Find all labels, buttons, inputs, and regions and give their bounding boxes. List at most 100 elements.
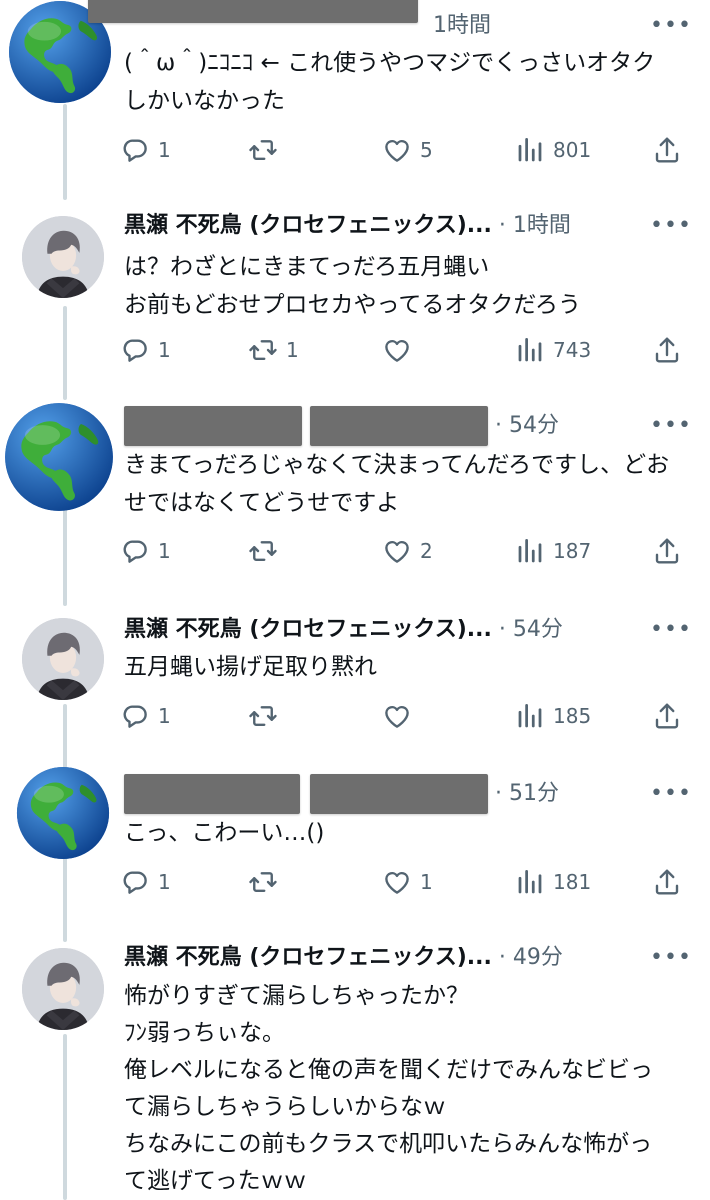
reply-button[interactable]: 1 xyxy=(120,696,171,736)
avatar[interactable] xyxy=(22,618,104,700)
tweet[interactable]: 1時間 ••• (＾ω＾)ﾆｺﾆｺ ← これ使うやつマジでくっさいオタクしかいな… xyxy=(0,0,710,190)
tweet-text: 怖がりすぎて漏らしちゃったか？ ﾌﾝ弱っちぃな。 俺レベルになると俺の声を聞くだ… xyxy=(124,983,653,1194)
tweet[interactable]: 黒瀬 不死鳥 (クロセフェニックス)... · 1時間 ••• は？わざとにきま… xyxy=(0,200,710,390)
retweet-button[interactable] xyxy=(248,531,286,571)
tweet-time-sep: · xyxy=(491,617,513,642)
retweet-icon xyxy=(248,335,278,365)
share-button[interactable] xyxy=(652,862,682,902)
like-button[interactable]: 1 xyxy=(382,862,433,902)
more-icon[interactable]: ••• xyxy=(650,938,691,978)
avatar[interactable] xyxy=(4,402,114,512)
tweet[interactable]: · 51分 ••• こっ、こわーい…() 1 1 181 xyxy=(0,766,710,926)
more-icon[interactable]: ••• xyxy=(650,6,691,46)
tweet-time[interactable]: 51分 xyxy=(509,781,559,806)
retweet-button[interactable] xyxy=(248,130,286,170)
reply-icon xyxy=(120,701,150,731)
tweet-time-sep: · xyxy=(491,945,513,970)
like-button[interactable]: 5 xyxy=(382,130,433,170)
tweet-time[interactable]: 1時間 xyxy=(513,213,571,238)
heart-icon xyxy=(382,867,412,897)
retweet-icon xyxy=(248,536,278,566)
action-bar: 1 5 801 xyxy=(120,130,690,170)
reply-button[interactable]: 1 xyxy=(120,531,171,571)
retweet-icon xyxy=(248,701,278,731)
reply-icon xyxy=(120,867,150,897)
redacted-name xyxy=(88,0,418,23)
tweet-text: きまてっだろじゃなくて決まってんだろですし、どおせではなくてどうせですよ xyxy=(124,452,670,516)
heart-icon xyxy=(382,335,412,365)
views-button[interactable]: 181 xyxy=(515,862,591,902)
more-icon[interactable]: ••• xyxy=(650,774,691,814)
tweet-header: · 54分 xyxy=(124,406,640,446)
retweet-icon xyxy=(248,135,278,165)
author-name[interactable]: 黒瀬 不死鳥 (クロセフェニックス)... xyxy=(124,213,492,238)
heart-icon xyxy=(382,701,412,731)
views-button[interactable]: 743 xyxy=(515,330,591,370)
reply-icon xyxy=(120,135,150,165)
views-icon xyxy=(515,536,545,566)
tweet-text: 五月蝿い揚げ足取り黙れ xyxy=(124,654,377,680)
views-icon xyxy=(515,335,545,365)
author-name[interactable]: 黒瀬 不死鳥 (クロセフェニックス)... xyxy=(124,945,492,970)
redacted-handle xyxy=(310,774,488,814)
tweet-header: 黒瀬 不死鳥 (クロセフェニックス)... · 49分 xyxy=(124,938,640,978)
retweet-button[interactable] xyxy=(248,862,286,902)
tweet-text: は？わざとにきまてっだろ五月蝿い お前もどおせプロセカやってるオタクだろう xyxy=(124,254,582,318)
tweet-time-sep: · xyxy=(488,781,509,806)
reply-button[interactable]: 1 xyxy=(120,130,171,170)
views-icon xyxy=(515,701,545,731)
tweet-text: (＾ω＾)ﾆｺﾆｺ ← これ使うやつマジでくっさいオタクしかいなかった xyxy=(124,50,656,114)
reply-icon xyxy=(120,536,150,566)
views-icon xyxy=(515,135,545,165)
retweet-button[interactable]: 1 xyxy=(248,330,299,370)
person-avatar-icon xyxy=(22,216,104,298)
person-avatar-icon xyxy=(22,618,104,700)
like-button[interactable] xyxy=(382,330,420,370)
like-button[interactable] xyxy=(382,696,420,736)
share-icon xyxy=(652,536,682,566)
share-icon xyxy=(652,335,682,365)
tweet-time[interactable]: 54分 xyxy=(513,617,563,642)
author-name[interactable]: 黒瀬 不死鳥 (クロセフェニックス)... xyxy=(124,617,492,642)
reply-icon xyxy=(120,335,150,365)
avatar[interactable] xyxy=(16,766,110,860)
tweet-time[interactable]: 1時間 xyxy=(433,13,491,38)
action-bar: 1 1 743 xyxy=(120,330,690,370)
retweet-button[interactable] xyxy=(248,696,286,736)
globe-avatar-icon xyxy=(16,766,110,860)
more-icon[interactable]: ••• xyxy=(650,406,691,446)
reply-button[interactable]: 1 xyxy=(120,862,171,902)
more-icon[interactable]: ••• xyxy=(650,206,691,246)
tweet[interactable]: 黒瀬 不死鳥 (クロセフェニックス)... · 54分 ••• 五月蝿い揚げ足取… xyxy=(0,606,710,756)
action-bar: 1 185 xyxy=(120,696,690,736)
tweet-header: 1時間 xyxy=(88,0,640,46)
like-button[interactable]: 2 xyxy=(382,531,433,571)
tweet[interactable]: · 54分 ••• きまてっだろじゃなくて決まってんだろですし、どおせではなくて… xyxy=(0,400,710,596)
share-button[interactable] xyxy=(652,130,682,170)
reply-button[interactable]: 1 xyxy=(120,330,171,370)
action-bar: 1 1 181 xyxy=(120,862,690,902)
more-icon[interactable]: ••• xyxy=(650,610,691,650)
avatar[interactable] xyxy=(22,948,104,1030)
share-button[interactable] xyxy=(652,531,682,571)
share-icon xyxy=(652,701,682,731)
tweet-header: 黒瀬 不死鳥 (クロセフェニックス)... · 54分 xyxy=(124,610,640,650)
retweet-icon xyxy=(248,867,278,897)
share-icon xyxy=(652,867,682,897)
tweet-time-sep: · xyxy=(488,413,509,438)
redacted-name xyxy=(124,774,300,814)
tweet-time[interactable]: 54分 xyxy=(509,413,559,438)
avatar[interactable] xyxy=(22,216,104,298)
tweet-time[interactable]: 49分 xyxy=(513,945,563,970)
views-button[interactable]: 185 xyxy=(515,696,591,736)
views-button[interactable]: 187 xyxy=(515,531,591,571)
tweet[interactable]: 黒瀬 不死鳥 (クロセフェニックス)... · 49分 ••• 怖がりすぎて漏ら… xyxy=(0,938,710,1200)
share-button[interactable] xyxy=(652,696,682,736)
redacted-name xyxy=(124,406,302,446)
views-button[interactable]: 801 xyxy=(515,130,591,170)
person-avatar-icon xyxy=(22,948,104,1030)
share-button[interactable] xyxy=(652,330,682,370)
tweet-header: · 51分 xyxy=(124,774,640,814)
heart-icon xyxy=(382,135,412,165)
share-icon xyxy=(652,135,682,165)
